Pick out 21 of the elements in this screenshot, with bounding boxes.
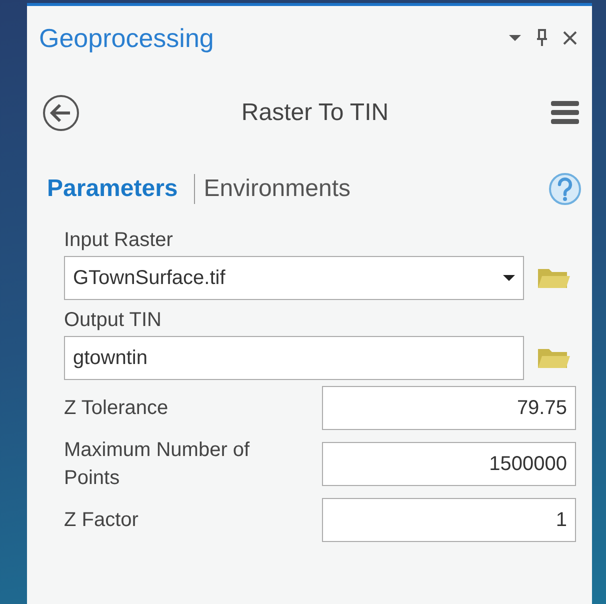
parameter-label: Z Tolerance [64,396,170,421]
parameter-label: Maximum Number of Points [64,438,251,491]
caret-icon [503,274,515,282]
parameter-label: Input Raster [64,228,174,253]
input-field[interactable]: 1500000 [322,442,576,486]
dropdown-icon[interactable] [508,33,522,43]
menu-icon[interactable] [550,99,580,127]
input-field[interactable]: gtowntin [64,336,524,380]
input-field[interactable]: 1 [322,498,576,542]
pin-icon[interactable] [536,29,548,47]
pane-title: Geoprocessing [39,22,214,54]
close-icon[interactable] [562,30,578,46]
tab[interactable]: Environments [204,175,350,203]
input-field[interactable]: 79.75 [322,386,576,430]
help-icon[interactable] [548,172,582,206]
parameter-label: Z Factor [64,508,140,533]
tab[interactable]: Parameters [47,175,178,203]
back-icon[interactable] [42,94,80,132]
parameter-label: Output TIN [64,308,162,333]
tool-title: Raster To TIN [241,99,389,127]
dropdown-field[interactable]: GTownSurface.tif [64,256,524,300]
